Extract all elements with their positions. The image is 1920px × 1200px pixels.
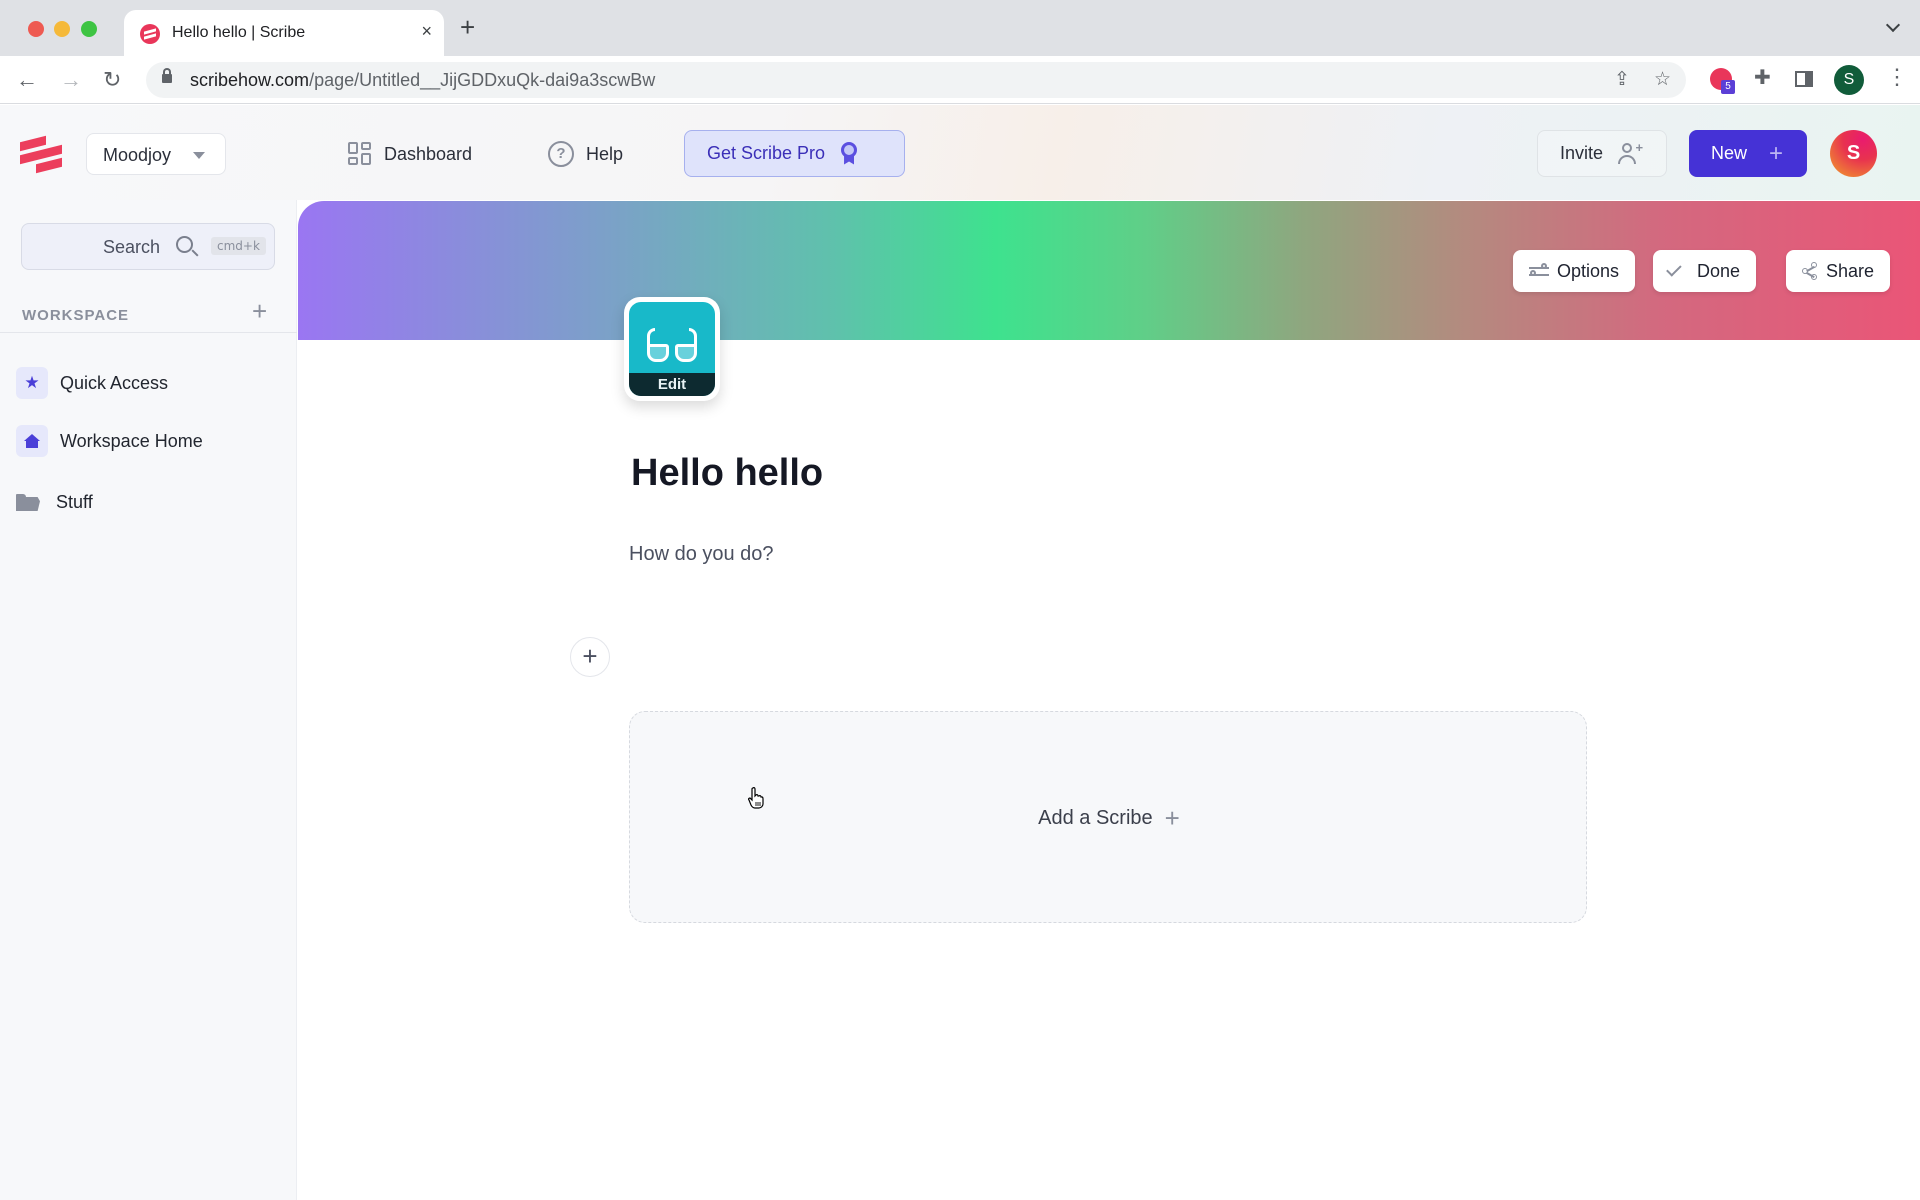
address-bar[interactable]: scribehow.com/page/Untitled__JijGDDxuQk-… <box>146 62 1686 98</box>
extensions-puzzle-icon[interactable]: ✚ <box>1754 65 1771 90</box>
url-text[interactable]: scribehow.com/page/Untitled__JijGDDxuQk-… <box>190 70 655 91</box>
help-label: Help <box>586 143 624 164</box>
help-icon: ? <box>548 141 574 167</box>
glasses-icon <box>647 328 697 364</box>
dashboard-icon <box>348 142 372 166</box>
share-label: Share <box>1826 260 1875 281</box>
browser-toolbar: ← → ↻ scribehow.com/page/Untitled__JijGD… <box>0 56 1920 104</box>
user-plus-icon: + <box>1617 140 1643 166</box>
folder-icon <box>16 494 40 511</box>
browser-menu-icon[interactable]: ⋮ <box>1886 66 1908 88</box>
done-button[interactable]: Done <box>1653 250 1757 292</box>
tab-close-icon[interactable]: × <box>421 21 432 42</box>
invite-button[interactable]: Invite + <box>1537 130 1667 177</box>
workspace-section-label: WORKSPACE <box>22 307 130 324</box>
browser-tab-strip: Hello hello | Scribe × + <box>0 0 1920 56</box>
dashboard-link[interactable]: Dashboard <box>348 133 472 175</box>
hand-pointer-cursor-icon <box>748 787 764 809</box>
back-arrow-icon[interactable]: ← <box>16 66 38 94</box>
tab-search-chevron-icon[interactable] <box>1885 17 1901 33</box>
options-label: Options <box>1557 260 1620 281</box>
page-title[interactable]: Hello hello <box>631 452 823 495</box>
plus-icon: + <box>1769 139 1784 167</box>
search-icon <box>176 236 193 253</box>
edit-icon-label: Edit <box>629 373 715 396</box>
page-content: Options Done Share Edit Hello hello How … <box>298 200 1920 1200</box>
page-cover-banner: Options Done Share <box>298 201 1920 340</box>
app-header: Moodjoy Dashboard ? Help Get Scribe Pro … <box>0 105 1920 200</box>
sidebar-item-quick-access[interactable]: ★ Quick Access <box>16 367 168 399</box>
sidebar-item-label: Workspace Home <box>60 430 203 451</box>
add-scribe-label: Add a Scribe <box>1038 806 1153 829</box>
browser-tab[interactable]: Hello hello | Scribe × <box>124 10 444 56</box>
sidebar: Search cmd+k WORKSPACE + ★ Quick Access … <box>0 200 297 1200</box>
sliders-icon <box>1529 263 1549 278</box>
done-label: Done <box>1697 260 1741 281</box>
plus-icon: + <box>1164 802 1180 833</box>
add-workspace-item-icon[interactable]: + <box>252 298 267 324</box>
window-close-button[interactable] <box>28 21 44 37</box>
invite-label: Invite <box>1560 143 1604 163</box>
add-scribe-dropzone[interactable]: Add a Scribe + <box>629 711 1587 923</box>
check-icon <box>1666 261 1682 277</box>
share-page-icon[interactable]: ⇪ <box>1614 68 1630 91</box>
scribe-favicon-icon <box>140 24 160 44</box>
sidebar-item-stuff[interactable]: Stuff <box>16 492 93 513</box>
new-label: New <box>1711 143 1748 163</box>
browser-profile-avatar[interactable]: S <box>1834 65 1864 95</box>
user-avatar[interactable]: S <box>1830 130 1877 177</box>
options-button[interactable]: Options <box>1513 250 1636 292</box>
forward-arrow-icon[interactable]: → <box>60 66 82 94</box>
side-panel-icon[interactable] <box>1795 71 1813 87</box>
help-link[interactable]: ? Help <box>548 133 623 175</box>
caret-down-icon <box>193 152 205 159</box>
sidebar-item-workspace-home[interactable]: Workspace Home <box>16 425 203 457</box>
window-minimize-button[interactable] <box>54 21 70 37</box>
divider <box>0 332 297 333</box>
page-description[interactable]: How do you do? <box>629 543 774 566</box>
workspace-name: Moodjoy <box>103 145 172 165</box>
sidebar-item-label: Quick Access <box>60 372 169 393</box>
sidebar-item-label: Stuff <box>56 492 93 512</box>
search-label: Search <box>103 237 161 257</box>
page-icon-button[interactable]: Edit <box>624 297 720 401</box>
window-maximize-button[interactable] <box>81 21 97 37</box>
share-icon <box>1802 262 1818 280</box>
home-icon <box>16 425 48 457</box>
dashboard-label: Dashboard <box>384 143 473 164</box>
extension-badge: 5 <box>1721 80 1735 94</box>
get-scribe-pro-button[interactable]: Get Scribe Pro <box>684 130 905 177</box>
search-shortcut: cmd+k <box>211 237 266 255</box>
reload-icon[interactable]: ↻ <box>103 66 121 94</box>
add-block-button[interactable]: + <box>570 637 610 677</box>
workspace-selector[interactable]: Moodjoy <box>86 133 226 175</box>
pro-label: Get Scribe Pro <box>707 143 826 163</box>
tab-title: Hello hello | Scribe <box>172 24 306 41</box>
award-ribbon-icon <box>841 141 858 166</box>
star-icon: ★ <box>16 367 48 399</box>
new-tab-button[interactable]: + <box>460 14 475 40</box>
scribe-logo[interactable] <box>20 135 64 174</box>
bookmark-star-icon[interactable]: ☆ <box>1654 68 1671 91</box>
lock-icon[interactable] <box>162 68 172 83</box>
search-button[interactable]: Search cmd+k <box>21 223 275 270</box>
new-button[interactable]: New + <box>1689 130 1807 177</box>
share-button[interactable]: Share <box>1786 250 1891 292</box>
